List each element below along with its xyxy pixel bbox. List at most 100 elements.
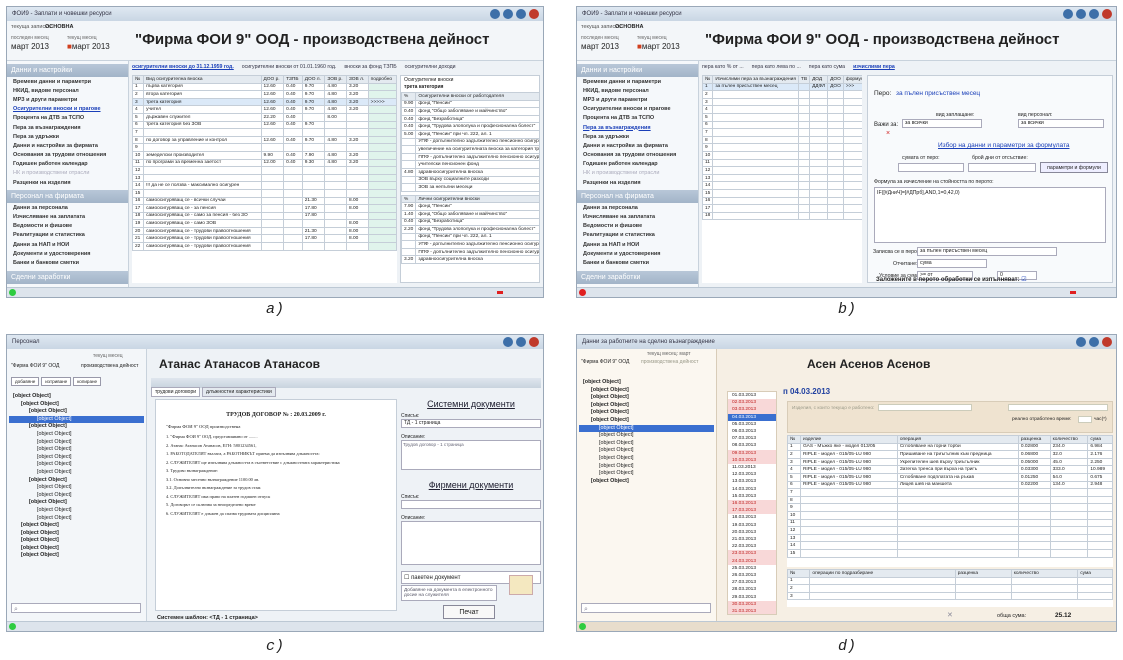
table-cell[interactable] <box>797 82 811 92</box>
table-cell[interactable] <box>301 173 326 183</box>
table-row[interactable]: 5 RIPLE - модел - 015/05-LU 980 Сглобяване… <box>787 472 1113 482</box>
table-cell[interactable]: 4.80 <box>324 135 347 145</box>
table-cell[interactable] <box>1017 495 1051 505</box>
table-cell[interactable] <box>345 173 369 183</box>
table-cell[interactable] <box>712 105 799 114</box>
table-cell[interactable] <box>1017 488 1051 497</box>
table-cell[interactable] <box>799 533 898 543</box>
date-item[interactable]: 01.03.2013 <box>728 392 776 399</box>
table-cell[interactable]: фонд "Общо заболяване и майчинство" <box>415 209 539 219</box>
table-cell[interactable]: 9.90 <box>401 99 417 109</box>
table-cell[interactable]: 2 <box>132 90 145 99</box>
sum-from-select[interactable] <box>898 163 964 172</box>
worked-time-input[interactable] <box>1078 416 1092 423</box>
table-row[interactable]: 6 трета категория без ЗОВ 12.60 0.40 9.70 <box>132 120 397 130</box>
table-cell[interactable] <box>797 196 811 206</box>
table-row[interactable]: 12 <box>702 166 862 175</box>
table-cell[interactable]: RIPLE - модел - 015/05-LU 980 <box>799 465 898 474</box>
table-cell[interactable]: 4 <box>702 105 714 114</box>
table-cell[interactable]: 7.90 <box>401 202 417 211</box>
column-header[interactable]: разценка <box>1017 435 1051 444</box>
tree-node[interactable]: [object Object] <box>579 455 714 463</box>
system-doc-select[interactable]: ТД - 1 страница <box>401 419 541 428</box>
tree-node[interactable]: [object Object] <box>579 463 714 471</box>
sidebar-item[interactable]: НКИД, видове персонал <box>7 86 128 95</box>
table-cell[interactable] <box>799 526 898 535</box>
table-cell[interactable]: 4.80 <box>324 82 347 92</box>
table-cell[interactable]: 4 <box>787 465 801 474</box>
table-row[interactable]: 3 <box>787 591 1113 601</box>
table-cell[interactable]: 3.20 <box>345 150 369 160</box>
table-row[interactable]: 11 <box>787 518 1113 528</box>
table-cell[interactable] <box>809 188 829 198</box>
table-cell[interactable] <box>896 503 1019 512</box>
table-cell[interactable] <box>324 226 347 236</box>
table-cell[interactable] <box>712 112 799 122</box>
table-cell[interactable]: 2.948 <box>1087 480 1113 490</box>
tree-node[interactable]: [object Object] <box>9 530 144 538</box>
table-cell[interactable]: 4.80 <box>324 105 347 114</box>
table-cell[interactable] <box>367 219 397 228</box>
column-header[interactable]: Изчислими пера за възнаграждения <box>712 75 799 84</box>
table-cell[interactable] <box>809 181 829 190</box>
table-cell[interactable]: 0.40 <box>283 90 303 99</box>
table-cell[interactable]: RIPLE - модел - 015/05-LU 980 <box>799 457 898 467</box>
table-cell[interactable] <box>712 166 799 175</box>
table-row[interactable]: 0.40 фонд "Трудова злополука и професиона… <box>401 122 539 131</box>
table-row[interactable]: 7 <box>132 128 397 137</box>
table-cell[interactable] <box>842 105 862 114</box>
table-cell[interactable]: 1 <box>702 82 714 92</box>
table-cell[interactable] <box>260 211 285 221</box>
table-row[interactable]: 13 <box>132 173 397 183</box>
table-cell[interactable] <box>827 181 844 190</box>
table-row[interactable]: 4 RIPLE - модел - 015/05-LU 980 Затегка тр… <box>787 465 1113 474</box>
section-header-personnel[interactable]: Персонал на фирмата <box>7 190 128 204</box>
column-header[interactable]: ТЗПБ <box>283 75 303 84</box>
table-cell[interactable]: 12.60 <box>260 90 285 99</box>
table-cell[interactable] <box>283 166 303 175</box>
table-cell[interactable] <box>896 533 1019 543</box>
table-cell[interactable] <box>260 128 285 137</box>
table-cell[interactable] <box>1049 510 1089 520</box>
table-cell[interactable] <box>896 541 1019 550</box>
table-row[interactable]: 0.40 фонд "Общо заболяване и майчинство" <box>401 107 539 116</box>
tree-node[interactable]: [object Object] <box>9 446 144 454</box>
table-cell[interactable]: Затегка тренса при върха на тригъ <box>896 465 1019 474</box>
table-cell[interactable] <box>367 135 397 145</box>
product-field[interactable] <box>878 404 972 411</box>
table-row[interactable]: 5 <box>702 112 862 122</box>
table-row[interactable]: ППФ - допълнително задължително пенсионн… <box>401 152 539 162</box>
table-row[interactable]: 14 <box>787 541 1113 550</box>
table-cell[interactable] <box>324 211 347 221</box>
section-header-piecework[interactable]: Сделни заработки <box>7 270 128 284</box>
table-cell[interactable]: 0.40 <box>401 217 417 227</box>
table-row[interactable]: 14 <box>702 181 862 190</box>
table-cell[interactable]: учителски пенсионен фонд <box>415 160 539 169</box>
column-header[interactable]: ЗОВ р. <box>324 75 347 84</box>
tree-node[interactable]: [object Object] <box>9 477 144 485</box>
table-cell[interactable]: Пришиване на триъгълник към предница <box>896 450 1019 459</box>
table-cell[interactable] <box>1087 488 1113 497</box>
processing-checkbox[interactable]: ☑ <box>1021 277 1026 283</box>
table-cell[interactable]: 12 <box>702 166 714 175</box>
table-cell[interactable] <box>842 135 862 145</box>
tab[interactable]: длъжностни характеристики <box>202 387 276 397</box>
table-row[interactable]: 10 <box>787 510 1113 520</box>
table-cell[interactable] <box>1077 576 1113 586</box>
table-cell[interactable]: 11 <box>787 518 801 528</box>
table-cell[interactable] <box>260 188 285 198</box>
table-cell[interactable]: 16 <box>132 196 145 206</box>
tree-node[interactable]: [object Object] <box>9 415 144 424</box>
tree-node[interactable]: [object Object] <box>9 507 144 515</box>
sidebar-item[interactable]: Процента на ДТВ за ТСПО <box>7 114 128 123</box>
table-cell[interactable] <box>345 120 369 130</box>
table-cell[interactable]: 2.176 <box>1087 450 1113 459</box>
column-header[interactable]: подробно <box>367 75 397 84</box>
table-cell[interactable]: 3.20 <box>345 82 369 92</box>
table-cell[interactable] <box>797 105 811 114</box>
table-cell[interactable]: 0.02800 <box>1017 442 1051 452</box>
table-cell[interactable] <box>143 166 262 175</box>
table-cell[interactable] <box>712 204 799 213</box>
table-cell[interactable]: 2.250 <box>1087 457 1113 467</box>
sidebar-item[interactable]: Пера за възнаграждения <box>7 123 128 132</box>
